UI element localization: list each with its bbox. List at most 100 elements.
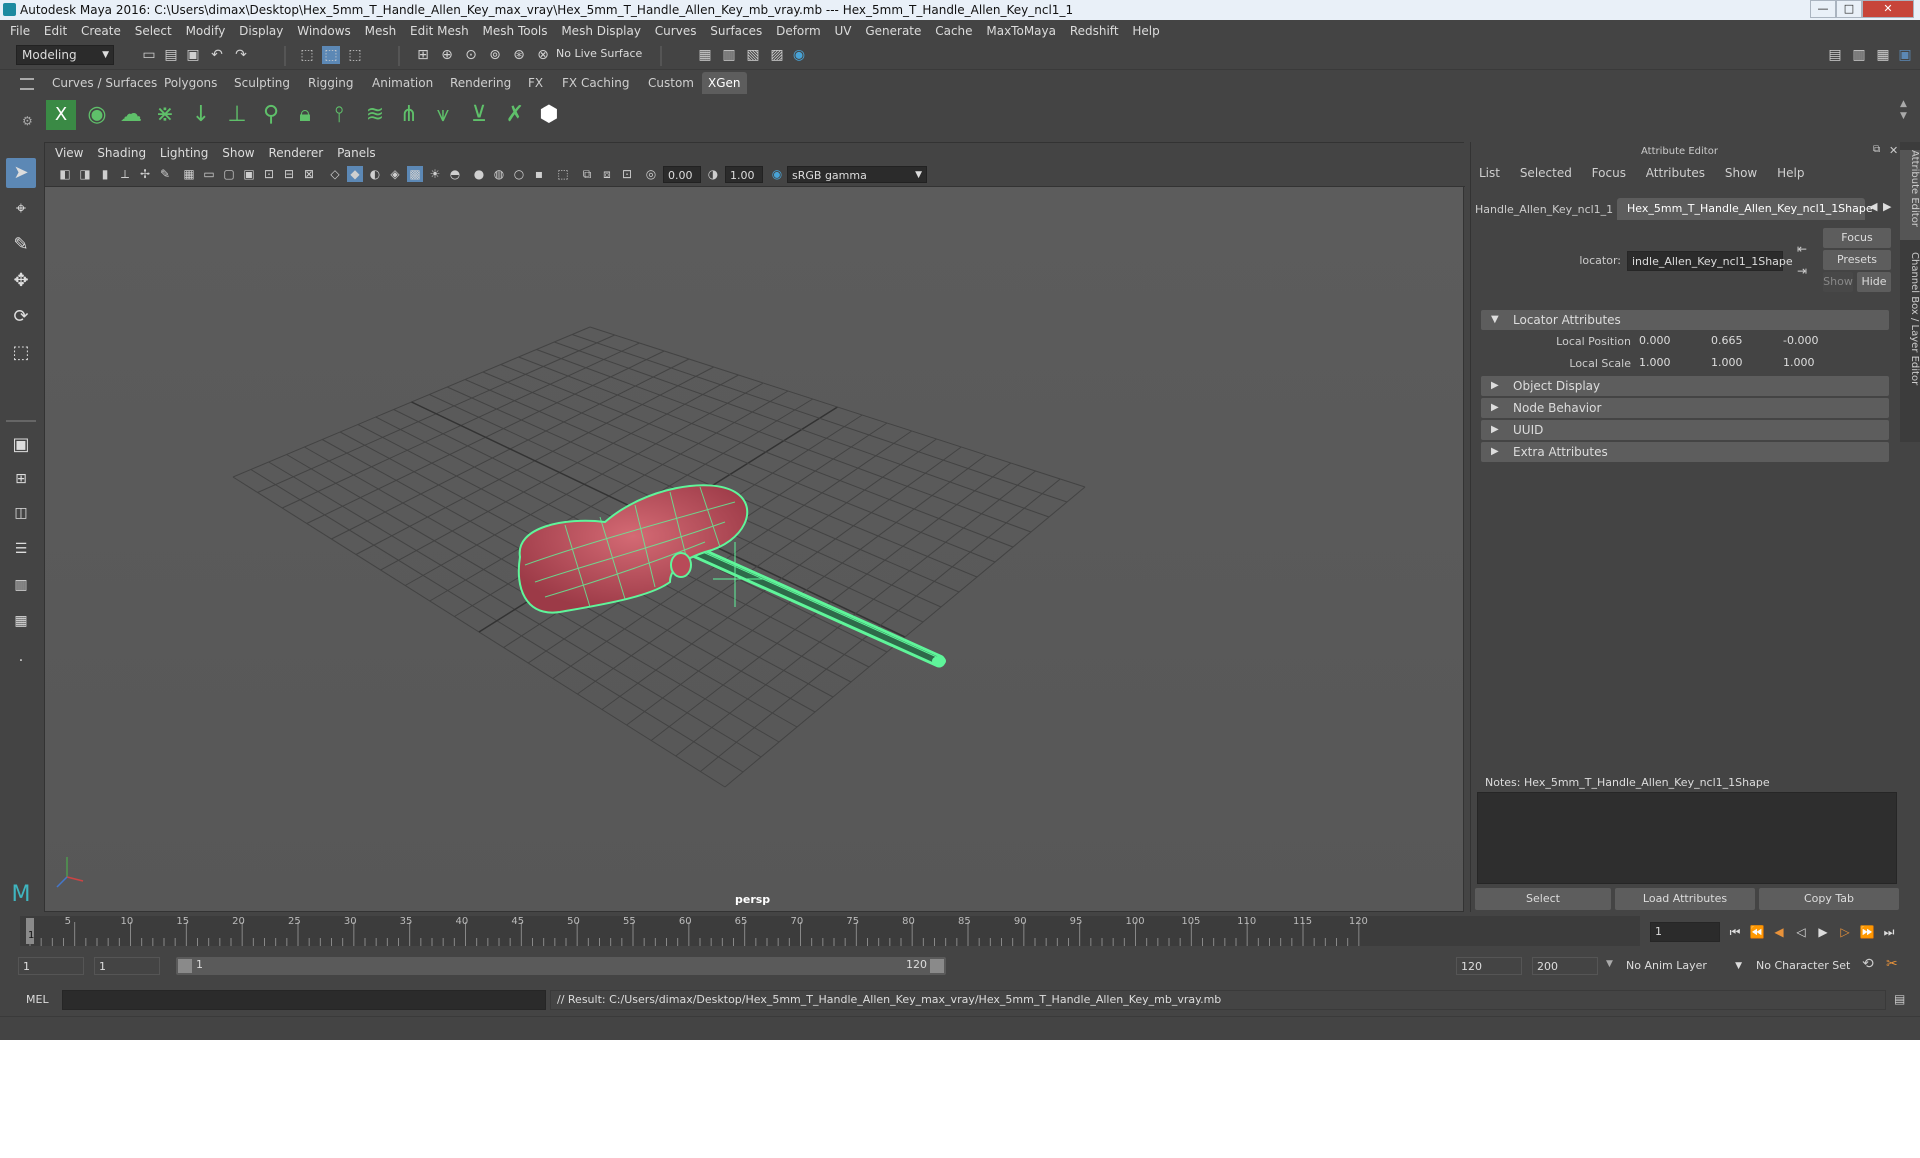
redo-icon[interactable]: ↷ bbox=[232, 46, 250, 64]
xgen-comb-icon[interactable]: ⩛ bbox=[428, 100, 458, 130]
wireframe-on-shaded-icon[interactable]: ◈ bbox=[387, 166, 403, 182]
copy-tab-button[interactable]: Copy Tab bbox=[1759, 888, 1899, 910]
vp-menu-view[interactable]: View bbox=[55, 146, 83, 160]
auto-key-icon[interactable]: ⟲ bbox=[1862, 956, 1874, 972]
move-tool-icon[interactable]: ✥ bbox=[6, 266, 36, 296]
two-d-pan-icon[interactable]: ✢ bbox=[137, 166, 153, 182]
screen-space-ao-icon[interactable]: ● bbox=[471, 166, 487, 182]
shelf-tab-animation[interactable]: Animation bbox=[366, 72, 439, 94]
ipr-render-icon[interactable]: ▧ bbox=[744, 46, 762, 64]
section-uuid[interactable]: ▶ UUID bbox=[1481, 420, 1889, 440]
select-by-component-icon[interactable]: ⬚ bbox=[346, 46, 364, 64]
ae-menu-help[interactable]: Help bbox=[1777, 166, 1804, 180]
presets-button[interactable]: Presets bbox=[1823, 250, 1891, 270]
color-management-icon[interactable]: ◉ bbox=[769, 166, 785, 182]
resolution-gate-icon[interactable]: ▢ bbox=[221, 166, 237, 182]
use-all-lights-icon[interactable]: ☀ bbox=[427, 166, 443, 182]
safe-title-icon[interactable]: ⊠ bbox=[301, 166, 317, 182]
safe-action-icon[interactable]: ⊟ bbox=[281, 166, 297, 182]
local-position-x[interactable]: 0.000 bbox=[1635, 332, 1707, 350]
menu-edit-mesh[interactable]: Edit Mesh bbox=[410, 24, 469, 38]
snap-view-icon[interactable]: ⊚ bbox=[486, 46, 504, 64]
minimize-button[interactable]: — bbox=[1810, 0, 1836, 18]
load-attributes-button[interactable]: Load Attributes bbox=[1615, 888, 1755, 910]
range-handle-right[interactable] bbox=[930, 959, 944, 973]
local-scale-z[interactable]: 1.000 bbox=[1779, 354, 1851, 372]
menu-display[interactable]: Display bbox=[239, 24, 283, 38]
xgen-add-guide-icon[interactable]: ⊥ bbox=[222, 100, 252, 130]
animation-preferences-icon[interactable]: ✂ bbox=[1886, 956, 1898, 972]
grid-icon[interactable]: ▦ bbox=[181, 166, 197, 182]
xgen-delete-guide-icon[interactable]: ✗ bbox=[500, 100, 530, 130]
open-scene-icon[interactable]: ▤ bbox=[162, 46, 180, 64]
xgen-layers-icon[interactable]: ≋ bbox=[360, 100, 390, 130]
current-frame-field[interactable]: 1 bbox=[1650, 922, 1720, 942]
step-back-frame-icon[interactable]: ◀ bbox=[1770, 923, 1788, 941]
section-object-display[interactable]: ▶ Object Display bbox=[1481, 376, 1889, 396]
snap-surface-icon[interactable]: ⊛ bbox=[510, 46, 528, 64]
playback-start-field[interactable]: 1 bbox=[94, 957, 160, 975]
wireframe-icon[interactable]: ◇ bbox=[327, 166, 343, 182]
render-frame-icon[interactable]: ▥ bbox=[720, 46, 738, 64]
gamma-icon[interactable]: ◑ bbox=[705, 166, 721, 182]
grease-pencil-icon[interactable]: ✎ bbox=[157, 166, 173, 182]
ae-menu-show[interactable]: Show bbox=[1725, 166, 1757, 180]
camera-icon[interactable]: ◧ bbox=[57, 166, 73, 182]
xgen-cut-icon[interactable]: ⊻ bbox=[464, 100, 494, 130]
render-settings-icon[interactable]: ▨ bbox=[768, 46, 786, 64]
hypershade-layout-icon[interactable]: ▥ bbox=[6, 570, 36, 600]
gate-mask-icon[interactable]: ▣ bbox=[241, 166, 257, 182]
menu-maxtomaya[interactable]: MaxToMaya bbox=[986, 24, 1056, 38]
film-gate-icon[interactable]: ▭ bbox=[201, 166, 217, 182]
scale-tool-icon[interactable]: ⬚ bbox=[6, 338, 36, 368]
image-plane-icon[interactable]: ⟂ bbox=[117, 166, 133, 182]
xray-joints-icon[interactable]: ⧈ bbox=[599, 166, 615, 182]
menu-file[interactable]: File bbox=[10, 24, 30, 38]
vp-menu-shading[interactable]: Shading bbox=[97, 146, 146, 160]
show-button[interactable]: Show bbox=[1823, 272, 1853, 292]
vp-menu-lighting[interactable]: Lighting bbox=[160, 146, 209, 160]
camera-attributes-icon[interactable]: ◨ bbox=[77, 166, 93, 182]
mode-dropdown[interactable]: Modeling ▼ bbox=[16, 45, 114, 65]
vp-menu-show[interactable]: Show bbox=[222, 146, 254, 160]
attribute-editor-toggle-icon[interactable]: ▣ bbox=[1896, 46, 1914, 64]
menu-uv[interactable]: UV bbox=[835, 24, 852, 38]
ae-menu-list[interactable]: List bbox=[1479, 166, 1500, 180]
new-scene-icon[interactable]: ▭ bbox=[140, 46, 158, 64]
anim-start-field[interactable]: 1 bbox=[18, 957, 84, 975]
xgen-hexagon-icon[interactable]: ⬢ bbox=[534, 100, 564, 130]
snap-vertex-icon[interactable]: ⊗ bbox=[534, 46, 552, 64]
anti-aliasing-icon[interactable]: ○ bbox=[511, 166, 527, 182]
command-input[interactable] bbox=[62, 990, 546, 1010]
rotate-tool-icon[interactable]: ⟳ bbox=[6, 302, 36, 332]
xgen-groom-add-icon[interactable]: ⋇ bbox=[150, 100, 180, 130]
end-dropdown-icon[interactable]: ▼ bbox=[1606, 959, 1613, 969]
focus-input-icon[interactable]: ⇤ bbox=[1797, 242, 1807, 256]
menu-help[interactable]: Help bbox=[1132, 24, 1159, 38]
xgen-editor-icon[interactable]: X bbox=[46, 100, 76, 130]
motion-blur-icon[interactable]: ◍ bbox=[491, 166, 507, 182]
locator-name-field[interactable]: indle_Allen_Key_ncl1_1Shape bbox=[1627, 251, 1793, 271]
exposure-icon[interactable]: ◎ bbox=[643, 166, 659, 182]
xray-icon[interactable]: ⧉ bbox=[579, 166, 595, 182]
xgen-rebuild-icon[interactable]: ⋔ bbox=[394, 100, 424, 130]
tab-next-icon[interactable]: ▶ bbox=[1883, 200, 1891, 213]
step-forward-key-icon[interactable]: ⏩ bbox=[1858, 923, 1876, 941]
single-perspective-layout-icon[interactable]: ▣ bbox=[6, 430, 36, 460]
shelf-tab-polygons[interactable]: Polygons bbox=[158, 72, 223, 94]
shelf-menu-icon[interactable] bbox=[20, 78, 34, 90]
shelf-tab-custom[interactable]: Custom bbox=[642, 72, 700, 94]
range-slider[interactable]: 1 120 bbox=[176, 957, 946, 975]
shelf-tab-rigging[interactable]: Rigging bbox=[302, 72, 359, 94]
select-tool-icon[interactable]: ➤ bbox=[6, 158, 36, 188]
maximize-button[interactable]: □ bbox=[1836, 0, 1862, 18]
four-view-layout-icon[interactable]: ⊞ bbox=[6, 464, 36, 494]
shadows-icon[interactable]: ◓ bbox=[447, 166, 463, 182]
menu-deform[interactable]: Deform bbox=[776, 24, 821, 38]
ae-menu-attributes[interactable]: Attributes bbox=[1646, 166, 1705, 180]
character-set-dropdown[interactable]: No Character Set bbox=[1752, 957, 1862, 975]
depth-of-field-icon[interactable]: ▪ bbox=[531, 166, 547, 182]
vp-menu-panels[interactable]: Panels bbox=[337, 146, 376, 160]
ae-menu-focus[interactable]: Focus bbox=[1592, 166, 1626, 180]
close-panel-icon[interactable]: ✕ bbox=[1889, 144, 1898, 157]
